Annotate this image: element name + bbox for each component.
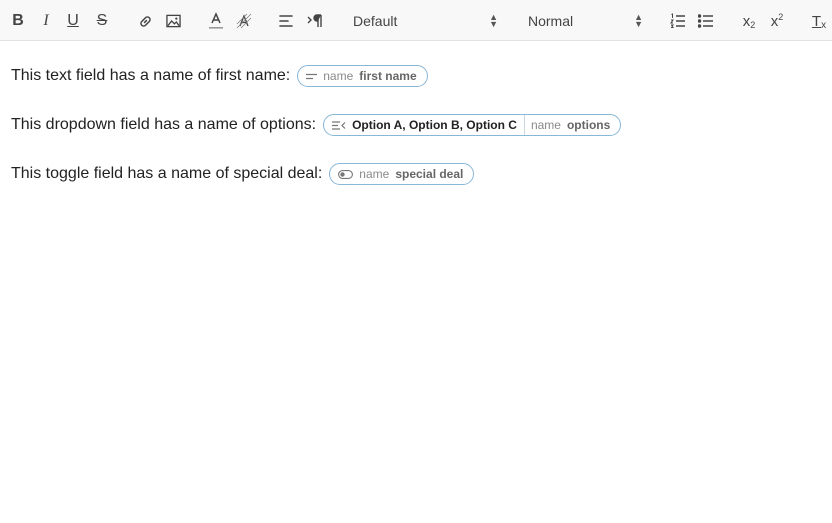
dropdown-field-chip[interactable]: Option A, Option B, Option C name option… <box>323 114 622 136</box>
font-select-value: Default <box>353 13 398 29</box>
clear-format-icon: T <box>811 12 822 30</box>
select-caret-icon: ▲ ▼ <box>634 12 643 29</box>
toggle-field-icon <box>338 169 354 179</box>
font-select[interactable]: Default ▲ ▼ <box>353 10 498 32</box>
image-button[interactable] <box>165 10 181 32</box>
superscript-button[interactable]: x2 <box>768 10 786 32</box>
size-select[interactable]: Normal ▲ ▼ <box>528 10 643 32</box>
image-icon <box>165 14 181 28</box>
text-field-chip[interactable]: name first name <box>297 65 428 87</box>
superscript-mark: 2 <box>778 12 784 22</box>
clear-format-button[interactable]: Tx <box>810 10 828 32</box>
bullet-list-icon <box>698 14 713 28</box>
chip-name-value: options <box>566 118 611 132</box>
line-text: This toggle field has a name of special … <box>11 165 323 182</box>
subscript-button[interactable]: x2 <box>740 10 758 32</box>
ordered-list-icon <box>670 13 685 28</box>
superscript-label: x <box>770 12 779 30</box>
strikethrough-button[interactable]: S <box>95 10 109 32</box>
highlight-color-icon <box>236 13 252 29</box>
line-text: This text field has a name of first name… <box>11 67 291 84</box>
select-caret-icon: ▲ ▼ <box>489 12 498 29</box>
size-select-value: Normal <box>528 13 574 29</box>
text-direction-button[interactable] <box>306 10 324 32</box>
editor-line: This dropdown field has a name of option… <box>11 112 622 138</box>
chip-name-value: special deal <box>395 167 464 181</box>
bold-button[interactable]: B <box>11 10 25 32</box>
background-color-button[interactable] <box>236 10 252 32</box>
editor-line: This text field has a name of first name… <box>11 63 428 89</box>
chip-name-value: first name <box>359 69 417 83</box>
chip-name-label: name <box>359 167 390 181</box>
subscript-label: x <box>742 12 751 30</box>
link-button[interactable] <box>137 10 153 32</box>
text-color-button[interactable] <box>208 10 224 32</box>
toggle-field-chip[interactable]: name special deal <box>329 163 475 185</box>
formatting-toolbar: B I U S Default ▲ ▼ Normal ▲ ▼ x 2 x 2 T… <box>0 0 832 41</box>
ordered-list-button[interactable] <box>670 10 686 32</box>
editor-area[interactable]: This text field has a name of first name… <box>0 42 832 523</box>
italic-button[interactable]: I <box>39 10 53 32</box>
bullet-list-button[interactable] <box>698 10 714 32</box>
text-field-icon <box>306 73 318 80</box>
text-direction-icon <box>307 14 322 27</box>
align-button[interactable] <box>278 10 294 32</box>
editor-line: This toggle field has a name of special … <box>11 161 475 187</box>
dropdown-field-icon <box>332 120 346 130</box>
line-text: This dropdown field has a name of option… <box>11 116 317 133</box>
chip-name-label: name <box>323 69 354 83</box>
chip-name-label: name <box>530 118 561 132</box>
subscript-mark: 2 <box>750 20 756 30</box>
text-color-icon <box>209 12 223 29</box>
underline-button[interactable]: U <box>66 10 80 32</box>
dropdown-options: Option A, Option B, Option C <box>352 115 525 135</box>
link-icon <box>139 15 151 27</box>
clear-format-x: x <box>821 19 827 31</box>
align-left-icon <box>278 15 293 27</box>
